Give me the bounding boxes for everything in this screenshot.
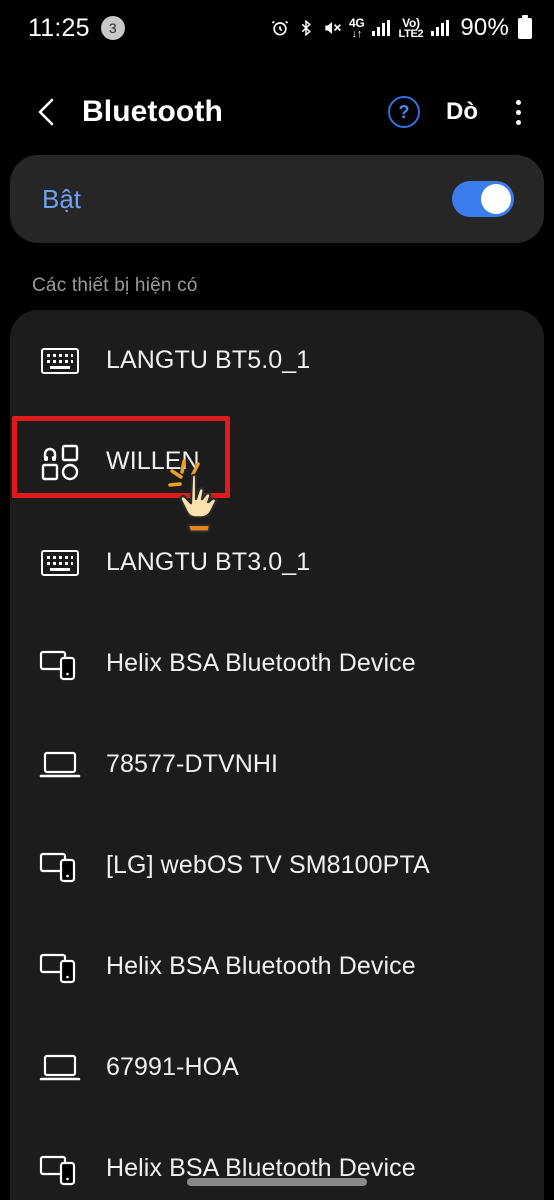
alarm-icon bbox=[270, 18, 290, 38]
bluetooth-toggle-label: Bật bbox=[42, 183, 82, 214]
multi-device-icon bbox=[32, 939, 88, 995]
signal-bars-icon bbox=[371, 19, 391, 37]
device-row[interactable]: [LG] webOS TV SM8100PTA bbox=[10, 815, 544, 916]
help-icon[interactable]: ? bbox=[388, 96, 420, 128]
battery-percent: 90% bbox=[460, 14, 509, 41]
device-row[interactable]: LANGTU BT5.0_1 bbox=[10, 310, 544, 411]
menu-dot bbox=[515, 99, 521, 105]
multi-device-icon bbox=[32, 1141, 88, 1197]
toggle-knob bbox=[481, 184, 511, 214]
keyboard-icon bbox=[32, 333, 88, 389]
device-name: LANGTU BT5.0_1 bbox=[106, 346, 311, 374]
device-row[interactable]: LANGTU BT3.0_1 bbox=[10, 512, 544, 613]
laptop-icon bbox=[32, 737, 88, 793]
bluetooth-toggle-card[interactable]: Bật bbox=[10, 155, 544, 243]
device-row[interactable]: Helix BSA Bluetooth Device bbox=[10, 613, 544, 714]
scan-button[interactable]: Dò bbox=[446, 98, 478, 126]
signal-bars-2-icon bbox=[430, 19, 450, 37]
laptop-icon bbox=[32, 1040, 88, 1096]
device-name: 78577-DTVNHI bbox=[106, 750, 279, 778]
multi-device-icon bbox=[32, 636, 88, 692]
status-bar: 11:25 3 4G ↓↑ Vo) LTE2 90% bbox=[0, 0, 554, 56]
back-button[interactable] bbox=[26, 91, 68, 133]
status-time: 11:25 bbox=[28, 13, 90, 42]
device-row[interactable]: Helix BSA Bluetooth Device bbox=[10, 916, 544, 1017]
generic-device-icon bbox=[32, 434, 88, 490]
kebab-menu-icon[interactable] bbox=[504, 94, 532, 130]
device-row[interactable]: 67991-HOA bbox=[10, 1017, 544, 1118]
multi-device-icon bbox=[32, 838, 88, 894]
device-name: [LG] webOS TV SM8100PTA bbox=[106, 851, 430, 879]
device-row[interactable]: WILLEN bbox=[10, 411, 544, 512]
keyboard-icon bbox=[32, 535, 88, 591]
device-name: WILLEN bbox=[106, 447, 200, 475]
device-row[interactable]: Helix BSA Bluetooth Device bbox=[10, 1118, 544, 1200]
status-bar-right: 4G ↓↑ Vo) LTE2 90% bbox=[270, 14, 532, 42]
phone-screen: 11:25 3 4G ↓↑ Vo) LTE2 90% Bluetooth ? D… bbox=[0, 0, 554, 1200]
available-devices-header: Các thiết bị hiện có bbox=[32, 275, 198, 296]
battery-icon bbox=[518, 14, 532, 39]
volte-lte2-icon: Vo) LTE2 bbox=[398, 15, 424, 40]
page-title: Bluetooth bbox=[82, 95, 223, 128]
menu-dot bbox=[515, 109, 521, 115]
4g-data-icon: 4G ↓↑ bbox=[349, 15, 365, 40]
notification-count-badge: 3 bbox=[100, 16, 125, 40]
bluetooth-icon bbox=[297, 18, 315, 38]
mute-icon bbox=[322, 18, 342, 38]
device-name: Helix BSA Bluetooth Device bbox=[106, 649, 416, 677]
available-devices-list: LANGTU BT5.0_1 WILLEN LANGTU BT3.0_1 Hel… bbox=[10, 310, 544, 1200]
bluetooth-toggle-switch[interactable] bbox=[452, 181, 514, 217]
app-bar: Bluetooth ? Dò bbox=[0, 80, 554, 144]
device-name: 67991-HOA bbox=[106, 1053, 239, 1081]
home-indicator bbox=[187, 1178, 367, 1186]
status-bar-left: 11:25 3 bbox=[28, 14, 125, 43]
menu-dot bbox=[515, 119, 521, 125]
device-name: Helix BSA Bluetooth Device bbox=[106, 952, 416, 980]
device-row[interactable]: 78577-DTVNHI bbox=[10, 714, 544, 815]
device-name: LANGTU BT3.0_1 bbox=[106, 548, 311, 576]
